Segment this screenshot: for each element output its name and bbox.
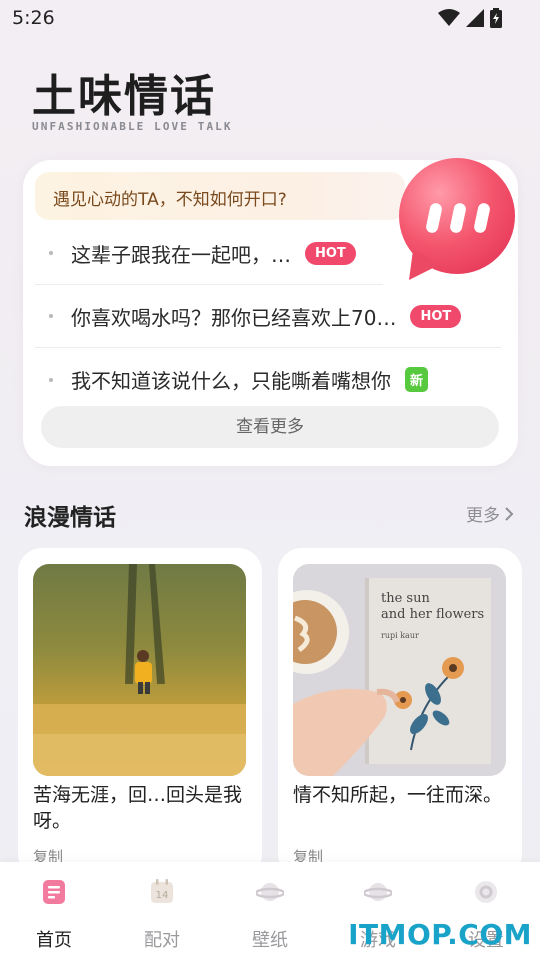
hot-badge: HOT <box>305 241 356 265</box>
romance-text: 苦海无涯，回…回头是我呀。 <box>33 784 243 832</box>
calendar-icon: 14 <box>151 879 173 903</box>
bullet-dot <box>49 377 53 382</box>
signal-icon <box>466 9 484 27</box>
romance-card[interactable]: the sun and her flowers rupi kaur 情不知所起，… <box>278 548 522 878</box>
planet-icon <box>256 883 284 901</box>
book-title-line1: the sun <box>381 591 430 606</box>
romance-text: 情不知所起，一往而深。 <box>293 784 503 806</box>
wheat-field-image <box>33 564 246 776</box>
chevron-right-icon <box>505 506 514 521</box>
status-time: 5:26 <box>12 7 55 29</box>
section-title: 浪漫情话 <box>24 505 116 531</box>
book-author: rupi kaur <box>381 631 419 640</box>
chat-bubble-icon <box>399 158 515 280</box>
gear-icon <box>475 881 497 903</box>
app-title: 土味情话 <box>32 71 216 122</box>
bullet-dot <box>49 251 53 255</box>
romance-card[interactable]: 苦海无涯，回…回头是我呀。 复制 <box>18 548 262 878</box>
planet-icon <box>364 883 392 901</box>
talk-text: 你喜欢喝水吗？那你已经喜欢上70… <box>71 305 397 330</box>
nav-label: 首页 <box>36 930 72 951</box>
nav-home[interactable]: 首页 <box>0 862 108 960</box>
app-subtitle: UNFASHIONABLE LOVE TALK <box>32 120 233 133</box>
book-title-line2: and her flowers <box>381 607 484 622</box>
battery-icon <box>490 8 502 28</box>
nav-label: 壁纸 <box>252 930 288 951</box>
wifi-icon <box>438 9 460 26</box>
book-coffee-image: the sun and her flowers rupi kaur <box>293 564 506 776</box>
bullet-dot <box>49 314 53 318</box>
talk-item[interactable]: 你喜欢喝水吗？那你已经喜欢上70… HOT <box>35 285 501 348</box>
nav-wallpaper[interactable]: 壁纸 <box>216 862 324 960</box>
talk-text: 这辈子跟我在一起吧，… <box>71 242 291 267</box>
new-badge: 新 <box>405 367 429 392</box>
more-link[interactable]: 更多 <box>466 501 514 526</box>
svg-text:14: 14 <box>156 890 169 901</box>
card-banner: 遇见心动的TA，不知如何开口? <box>35 172 405 220</box>
nav-label: 配对 <box>144 930 180 951</box>
talk-item[interactable]: 这辈子跟我在一起吧，… HOT <box>35 222 383 285</box>
talk-text: 我不知道该说什么，只能嘶着嘴想你 <box>71 369 391 393</box>
status-bar: 5:26 <box>0 0 540 36</box>
talk-item[interactable]: 我不知道该说什么，只能嘶着嘴想你 新 <box>35 348 501 411</box>
document-icon <box>43 880 65 904</box>
more-link-label: 更多 <box>466 506 500 526</box>
hot-badge: HOT <box>410 304 462 328</box>
status-icons <box>438 8 502 28</box>
nav-match[interactable]: 14 配对 <box>108 862 216 960</box>
watermark: ITMOP.COM <box>348 918 532 951</box>
view-more-button[interactable]: 查看更多 <box>41 406 499 448</box>
